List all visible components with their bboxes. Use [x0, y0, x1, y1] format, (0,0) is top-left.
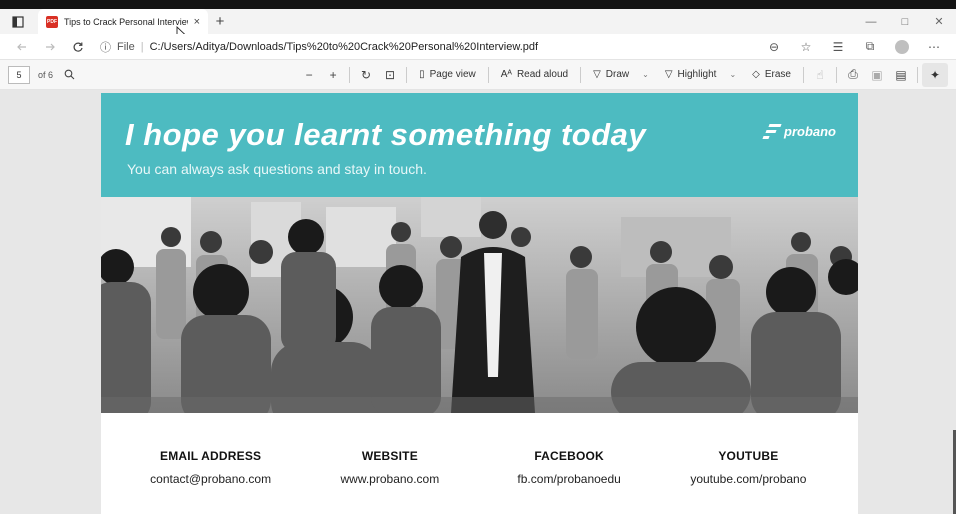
back-arrow-icon	[17, 43, 26, 50]
page-view-icon: ▯	[419, 69, 425, 80]
refresh-button[interactable]	[64, 36, 92, 58]
contact-label: YOUTUBE	[718, 449, 779, 463]
save-as-icon[interactable]: ▤	[889, 65, 913, 85]
toolbar-divider	[803, 66, 804, 83]
print-icon[interactable]: ⎙	[841, 65, 865, 85]
audience-photo	[101, 197, 858, 413]
back-button[interactable]	[8, 36, 36, 58]
highlighter-icon: ▽	[664, 69, 673, 80]
window-controls: — □ ✕	[854, 9, 956, 34]
page-view-label: Page view	[429, 69, 476, 80]
page-subline: You can always ask questions and stay in…	[127, 161, 427, 177]
page-headline: I hope you learnt something today	[125, 117, 647, 152]
fit-page-icon[interactable]: ⊡	[378, 65, 402, 85]
address-actions: ⊖ ☆ ☰ ⧉ ⋯	[760, 36, 948, 58]
new-tab-button[interactable]: +	[208, 9, 232, 34]
pdf-viewer-area[interactable]: I hope you learnt something today You ca…	[0, 90, 956, 514]
pdf-tools: − + ↻ ⊡ ▯ Page view Aᴬ Read aloud ▽ Draw…	[297, 62, 948, 87]
page-number-input[interactable]: 5	[8, 65, 30, 84]
zoom-in-icon[interactable]: +	[321, 65, 345, 85]
toolbar-divider	[406, 66, 408, 83]
highlight-button[interactable]: ▽ Highlight ⌄	[657, 65, 744, 85]
toolbar-divider	[580, 66, 582, 83]
website-link[interactable]: www.probano.com	[341, 472, 440, 486]
contact-email: EMAIL ADDRESS contact@probano.com	[126, 449, 296, 514]
url-text: C:/Users/Aditya/Downloads/Tips%20to%20Cr…	[149, 40, 539, 53]
url-field[interactable]: ⓘ File | C:/Users/Aditya/Downloads/Tips%…	[92, 36, 760, 58]
address-bar: ⓘ File | C:/Users/Aditya/Downloads/Tips%…	[0, 34, 956, 59]
highlight-label: Highlight	[677, 69, 717, 80]
pdf-page: I hope you learnt something today You ca…	[101, 93, 858, 514]
toolbar-divider	[349, 66, 351, 83]
restore-button[interactable]: □	[888, 9, 922, 34]
draw-button[interactable]: ▽ Draw ⌄	[585, 65, 657, 85]
collections-icon[interactable]: ⧉	[856, 36, 884, 58]
page-banner: I hope you learnt something today You ca…	[101, 93, 858, 197]
minimize-button[interactable]: —	[854, 9, 888, 34]
facebook-link[interactable]: fb.com/probanoedu	[517, 472, 620, 486]
toolbar-divider	[917, 66, 918, 83]
close-window-button[interactable]: ✕	[922, 9, 956, 34]
contact-facebook: FACEBOOK fb.com/probanoedu	[484, 449, 654, 514]
email-link[interactable]: contact@probano.com	[150, 472, 271, 486]
forward-arrow-icon	[46, 43, 55, 50]
tab-title: Tips to Crack Personal Interview	[64, 16, 188, 27]
refresh-icon	[73, 42, 83, 52]
chevron-down-icon[interactable]: ⌄	[729, 70, 736, 79]
draw-pen-icon: ▽	[593, 69, 601, 80]
page-count: of 6	[38, 69, 54, 80]
read-aloud-label: Read aloud	[516, 69, 569, 80]
youtube-link[interactable]: youtube.com/probano	[690, 472, 806, 486]
zoom-icon[interactable]: ⊖	[760, 36, 788, 58]
avatar	[895, 39, 909, 54]
read-aloud-button[interactable]: Aᴬ Read aloud	[493, 65, 576, 85]
url-scheme: File	[117, 40, 135, 53]
profile-button[interactable]	[888, 36, 916, 58]
contact-label: FACEBOOK	[534, 449, 604, 463]
toolbar-divider	[487, 66, 489, 83]
photo-illustration	[101, 197, 858, 413]
search-icon[interactable]	[57, 65, 81, 85]
draw-label: Draw	[605, 69, 630, 80]
info-icon[interactable]: ⓘ	[100, 39, 111, 55]
erase-label: Erase	[764, 69, 791, 80]
rotate-icon[interactable]: ↻	[354, 65, 378, 85]
tab-close-icon[interactable]: ×	[194, 16, 200, 28]
contact-website: WEBSITE www.probano.com	[305, 449, 475, 514]
save-icon[interactable]: ▣	[865, 65, 889, 85]
touch-icon[interactable]: ☝	[808, 65, 832, 85]
tab-bar: PDF Tips to Crack Personal Interview × +…	[0, 9, 956, 34]
page-view-button[interactable]: ▯ Page view	[411, 65, 484, 85]
eraser-icon: ◇	[752, 69, 760, 80]
logo-text: probano	[784, 123, 836, 139]
probano-logo: probano	[762, 123, 836, 139]
url-separator: |	[140, 40, 144, 53]
contact-label: EMAIL ADDRESS	[159, 449, 262, 463]
tab-actions-button[interactable]	[0, 9, 36, 34]
contact-youtube: YOUTUBE youtube.com/probano	[663, 449, 833, 514]
more-menu-icon[interactable]: ⋯	[920, 36, 948, 58]
logo-mark-icon	[762, 123, 782, 139]
favorite-star-icon[interactable]: ☆	[792, 36, 820, 58]
chevron-down-icon[interactable]: ⌄	[642, 70, 649, 79]
pin-toolbar-icon[interactable]: ✦	[922, 62, 948, 87]
title-strip	[0, 0, 956, 9]
toolbar-divider	[836, 66, 837, 83]
read-aloud-icon: Aᴬ	[500, 69, 512, 80]
contact-label: WEBSITE	[361, 449, 418, 463]
tab-actions-icon	[12, 15, 24, 28]
favorites-list-icon[interactable]: ☰	[824, 36, 852, 58]
pdf-file-icon: PDF	[46, 15, 58, 28]
contact-section: EMAIL ADDRESS contact@probano.com WEBSIT…	[101, 413, 858, 514]
zoom-out-icon[interactable]: −	[297, 65, 321, 85]
forward-button[interactable]	[36, 36, 64, 58]
erase-button[interactable]: ◇ Erase	[744, 65, 799, 85]
pdf-toolbar: 5 of 6 − + ↻ ⊡ ▯ Page view Aᴬ Read aloud…	[0, 59, 956, 90]
